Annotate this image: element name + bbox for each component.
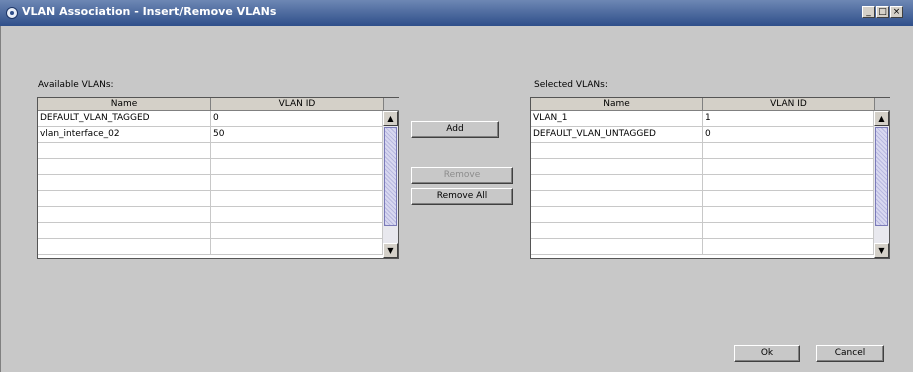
vertical-scrollbar[interactable]: ▲ ▼: [383, 111, 398, 258]
available-vlans-label: Available VLANs:: [38, 80, 114, 90]
vlan-id-cell: 50: [211, 127, 383, 142]
vlan-id-cell: [703, 159, 874, 174]
scroll-down-icon[interactable]: ▼: [874, 243, 889, 258]
vlan-name-cell: [38, 239, 211, 254]
table-header: Name VLAN ID: [38, 98, 384, 111]
table-row[interactable]: vlan_interface_02 50: [38, 127, 383, 143]
vlan-name-cell: DEFAULT_VLAN_TAGGED: [38, 111, 211, 126]
vlan-id-cell: [703, 223, 874, 238]
minimize-button[interactable]: _: [862, 6, 875, 18]
vlan-id-cell: [703, 239, 874, 254]
table-header: Name VLAN ID: [531, 98, 875, 111]
vlan-id-cell: [703, 207, 874, 222]
table-row[interactable]: [531, 191, 874, 207]
vlan-name-cell: DEFAULT_VLAN_UNTAGGED: [531, 127, 703, 142]
vlan-id-cell: [211, 207, 383, 222]
close-button[interactable]: ×: [890, 6, 903, 18]
table-row[interactable]: [38, 159, 383, 175]
available-vlans-table[interactable]: Name VLAN ID DEFAULT_VLAN_TAGGED 0 vlan_in…: [37, 97, 399, 259]
dialog-window: VLAN Association - Insert/Remove VLANs _…: [0, 0, 913, 372]
vlan-id-cell: 0: [703, 127, 874, 142]
vlan-id-cell: [703, 143, 874, 158]
table-row[interactable]: [38, 191, 383, 207]
table-row[interactable]: [531, 159, 874, 175]
column-header-vlan-id[interactable]: VLAN ID: [211, 98, 384, 111]
table-row[interactable]: [531, 223, 874, 239]
window-border: [0, 26, 1, 372]
vlan-name-cell: [531, 239, 703, 254]
table-corner: [384, 98, 399, 111]
vlan-id-cell: [211, 223, 383, 238]
vlan-name-cell: [38, 143, 211, 158]
vlan-name-cell: [531, 207, 703, 222]
vlan-name-cell: vlan_interface_02: [38, 127, 211, 142]
table-corner: [875, 98, 890, 111]
vlan-name-cell: [38, 207, 211, 222]
vertical-scrollbar[interactable]: ▲ ▼: [874, 111, 889, 258]
vlan-name-cell: [38, 191, 211, 206]
cancel-button[interactable]: Cancel: [816, 345, 884, 362]
remove-button[interactable]: Remove: [411, 167, 513, 184]
scroll-thumb[interactable]: [384, 127, 397, 226]
remove-all-button[interactable]: Remove All: [411, 188, 513, 205]
column-header-name[interactable]: Name: [38, 98, 211, 111]
vlan-id-cell: [211, 143, 383, 158]
vlan-name-cell: VLAN_1: [531, 111, 703, 126]
table-row[interactable]: [531, 175, 874, 191]
vlan-id-cell: [703, 191, 874, 206]
title-bar[interactable]: VLAN Association - Insert/Remove VLANs _…: [0, 0, 913, 26]
table-row[interactable]: DEFAULT_VLAN_UNTAGGED 0: [531, 127, 874, 143]
table-row[interactable]: DEFAULT_VLAN_TAGGED 0: [38, 111, 383, 127]
table-row[interactable]: [38, 207, 383, 223]
scroll-up-icon[interactable]: ▲: [383, 111, 398, 126]
table-row[interactable]: [531, 207, 874, 223]
vlan-name-cell: [531, 223, 703, 238]
vlan-name-cell: [531, 143, 703, 158]
scroll-thumb[interactable]: [875, 127, 888, 226]
scroll-up-icon[interactable]: ▲: [874, 111, 889, 126]
table-row[interactable]: [38, 239, 383, 255]
vlan-id-cell: [211, 175, 383, 190]
add-button[interactable]: Add: [411, 121, 499, 138]
maximize-button[interactable]: □: [876, 6, 889, 18]
ok-button[interactable]: Ok: [734, 345, 800, 362]
app-icon: [6, 7, 18, 19]
table-row[interactable]: [531, 143, 874, 159]
vlan-id-cell: [211, 191, 383, 206]
column-header-vlan-id[interactable]: VLAN ID: [703, 98, 875, 111]
table-row[interactable]: [531, 239, 874, 255]
selected-vlans-table[interactable]: Name VLAN ID VLAN_1 1 DEFAULT_VLAN_UNTAGGE…: [530, 97, 890, 259]
vlan-name-cell: [531, 191, 703, 206]
window-title: VLAN Association - Insert/Remove VLANs: [22, 5, 277, 18]
scroll-down-icon[interactable]: ▼: [383, 243, 398, 258]
vlan-id-cell: [211, 239, 383, 254]
selected-vlans-label: Selected VLANs:: [534, 80, 608, 90]
vlan-name-cell: [531, 175, 703, 190]
column-header-name[interactable]: Name: [531, 98, 703, 111]
vlan-id-cell: [703, 175, 874, 190]
vlan-id-cell: [211, 159, 383, 174]
vlan-name-cell: [38, 159, 211, 174]
table-row[interactable]: [38, 143, 383, 159]
table-row[interactable]: [38, 223, 383, 239]
vlan-id-cell: 0: [211, 111, 383, 126]
vlan-name-cell: [531, 159, 703, 174]
vlan-name-cell: [38, 223, 211, 238]
table-row[interactable]: VLAN_1 1: [531, 111, 874, 127]
vlan-id-cell: 1: [703, 111, 874, 126]
vlan-name-cell: [38, 175, 211, 190]
table-row[interactable]: [38, 175, 383, 191]
